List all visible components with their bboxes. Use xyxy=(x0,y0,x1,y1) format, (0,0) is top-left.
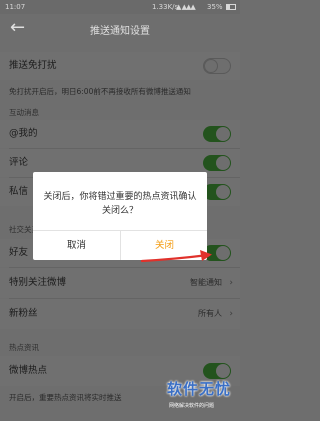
red-arrow-annotation xyxy=(140,250,212,263)
cancel-button[interactable]: 取消 xyxy=(33,231,120,260)
watermark-subtitle: 网络解决软件的问题 xyxy=(169,403,215,409)
comment-toggle[interactable] xyxy=(203,155,231,171)
status-time: 11:07 xyxy=(5,3,26,11)
item-special-follow-row[interactable]: 特别关注微博 智能通知 › xyxy=(0,268,240,298)
mention-toggle[interactable] xyxy=(203,126,231,142)
item-new-fans-label: 新粉丝 xyxy=(9,308,38,319)
item-hot-label: 微博热点 xyxy=(9,365,48,376)
item-comment-label: 评论 xyxy=(9,157,29,168)
item-new-fans-row[interactable]: 新粉丝 所有人 › xyxy=(0,299,240,329)
item-mention-label: @我的 xyxy=(9,128,38,139)
watermark-title: 软件无忧 xyxy=(167,380,232,398)
section-hot: 热点资讯 xyxy=(9,343,39,352)
item-special-follow-label: 特别关注微博 xyxy=(9,277,67,288)
item-mention-row[interactable]: @我的 xyxy=(0,120,240,148)
dnd-label: 推送免打扰 xyxy=(9,60,57,71)
dnd-row[interactable]: 推送免打扰 xyxy=(0,52,240,80)
hot-toggle[interactable] xyxy=(203,363,231,379)
chevron-right-icon: › xyxy=(229,278,233,288)
header: ← 推送通知设置 xyxy=(0,14,240,44)
battery-percent: 35% xyxy=(207,3,223,11)
section-interaction: 互动消息 xyxy=(9,108,39,117)
watermark-logo: 软件无忧 网络解决软件的问题 xyxy=(167,378,237,416)
special-follow-value: 智能通知 xyxy=(190,278,222,287)
chevron-right-icon: › xyxy=(229,309,233,319)
dnd-toggle[interactable] xyxy=(203,58,231,74)
dm-toggle[interactable] xyxy=(203,184,231,200)
status-bar: 11:07 1.33K/s ▲ ▲▲▲ 35% xyxy=(0,0,240,14)
page-title: 推送通知设置 xyxy=(90,26,150,37)
item-friends-label: 好友 xyxy=(9,247,29,258)
dialog-message: 关闭后，你将错过重要的热点资讯确认关闭么？ xyxy=(43,192,197,216)
signal-icon: ▲ ▲▲▲ xyxy=(176,3,196,11)
new-fans-value: 所有人 xyxy=(198,309,222,318)
battery-icon xyxy=(226,4,236,10)
hot-note: 开启后，重要热点资讯将实时推送 xyxy=(9,393,122,402)
item-dm-label: 私信 xyxy=(9,186,29,197)
dnd-note: 免打扰开启后，明日6:00前不再接收所有微博推送通知 xyxy=(9,87,191,96)
network-speed: 1.33K/s xyxy=(152,3,179,11)
